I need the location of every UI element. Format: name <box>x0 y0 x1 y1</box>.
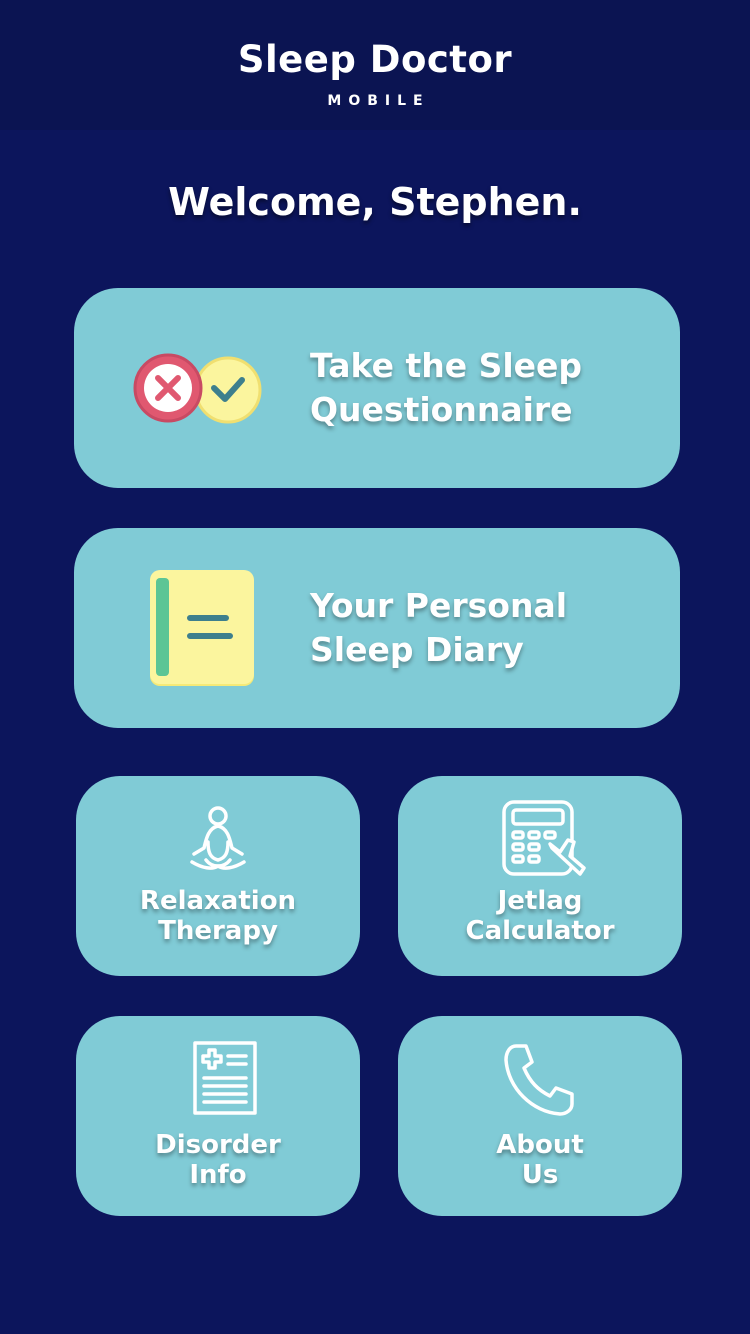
app-subtitle: MOBILE <box>327 93 430 109</box>
calculator-plane-icon <box>502 800 586 876</box>
diary-icon <box>150 570 254 686</box>
app-header: Sleep Doctor MOBILE <box>0 0 750 130</box>
about-us-card[interactable]: About Us <box>398 1016 682 1216</box>
medical-record-icon <box>193 1041 257 1115</box>
sleep-diary-card[interactable]: Your Personal Sleep Diary <box>74 528 680 728</box>
meditation-icon <box>190 806 246 870</box>
disorder-info-label: Disorder Info <box>155 1130 281 1190</box>
sleep-questionnaire-label: Take the Sleep Questionnaire <box>310 346 583 429</box>
phone-icon <box>504 1044 574 1116</box>
sleep-questionnaire-card[interactable]: Take the Sleep Questionnaire <box>74 288 680 488</box>
relaxation-therapy-label: Relaxation Therapy <box>139 886 297 946</box>
questionnaire-icon <box>133 353 262 424</box>
sleep-diary-label: Your Personal Sleep Diary <box>310 586 568 669</box>
jetlag-calculator-label: Jetlag Calculator <box>465 886 615 946</box>
app-title: Sleep Doctor <box>237 38 513 81</box>
disorder-info-card[interactable]: Disorder Info <box>76 1016 360 1216</box>
relaxation-therapy-card[interactable]: Relaxation Therapy <box>76 776 360 976</box>
jetlag-calculator-card[interactable]: Jetlag Calculator <box>398 776 682 976</box>
about-us-label: About Us <box>496 1130 584 1190</box>
welcome-message: Welcome, Stephen. <box>168 180 582 224</box>
